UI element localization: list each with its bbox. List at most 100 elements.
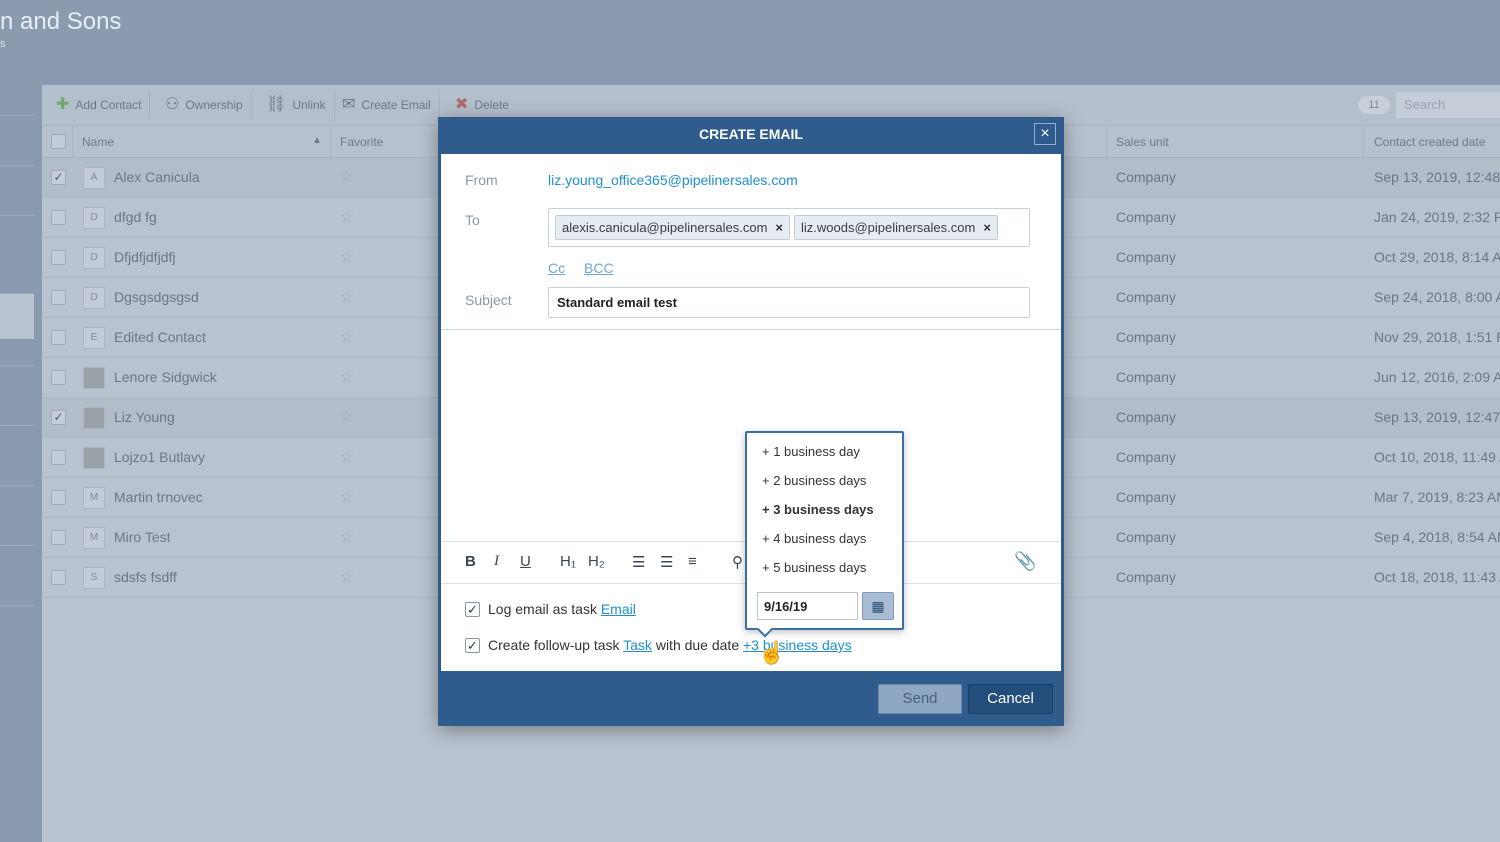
avatar: D xyxy=(83,247,105,269)
align-left-icon[interactable]: ≡ xyxy=(688,553,697,570)
favorite-star-icon[interactable]: ☆ xyxy=(340,567,354,587)
favorite-star-icon[interactable]: ☆ xyxy=(340,167,354,187)
row-checkbox[interactable] xyxy=(51,250,66,265)
column-favorite[interactable]: Favorite xyxy=(340,135,383,149)
column-created-date[interactable]: Contact created date xyxy=(1374,135,1485,149)
due-date-input[interactable]: 9/16/19 xyxy=(757,592,858,620)
to-field[interactable]: alexis.canicula@pipelinersales.com × liz.… xyxy=(548,208,1030,247)
contact-name[interactable]: Lenore Sidgwick xyxy=(114,369,217,385)
due-option-2[interactable]: + 2 business days xyxy=(762,473,866,488)
unlink-button[interactable]: ⛓ Unlink xyxy=(258,91,335,119)
underline-button[interactable]: U xyxy=(520,553,531,570)
row-checkbox[interactable] xyxy=(51,570,66,585)
row-checkbox[interactable] xyxy=(51,370,66,385)
ownership-label: Ownership xyxy=(185,98,243,112)
create-email-button[interactable]: ✉ Create Email xyxy=(334,91,440,119)
due-option-1[interactable]: + 1 business day xyxy=(762,444,860,459)
log-email-checkbox[interactable]: ✓ xyxy=(465,602,480,617)
contact-name[interactable]: Dgsgsdgsgsd xyxy=(114,289,199,305)
cancel-button[interactable]: Cancel xyxy=(968,684,1053,714)
nav-item[interactable] xyxy=(0,165,34,211)
favorite-star-icon[interactable]: ☆ xyxy=(340,527,354,547)
attachment-icon[interactable]: 📎 xyxy=(1014,551,1036,572)
add-contact-button[interactable]: ✚ Add Contact xyxy=(48,91,151,119)
nav-item[interactable] xyxy=(0,545,34,591)
bcc-link[interactable]: BCC xyxy=(584,260,614,276)
contact-name[interactable]: Dfjdfjdfjdfj xyxy=(114,249,175,265)
select-all-checkbox[interactable] xyxy=(51,134,66,149)
row-checkbox[interactable] xyxy=(51,330,66,345)
contact-name[interactable]: Liz Young xyxy=(114,409,175,425)
due-option-5[interactable]: + 5 business days xyxy=(762,560,866,575)
hierarchy-icon: ⚇ xyxy=(165,96,180,113)
contact-name[interactable]: Miro Test xyxy=(114,529,171,545)
followup-task-type-link[interactable]: Task xyxy=(623,637,652,653)
created-date: Sep 24, 2018, 8:00 A xyxy=(1374,289,1500,305)
contact-name[interactable]: Lojzo1 Butlavy xyxy=(114,449,205,465)
cc-link[interactable]: Cc xyxy=(548,260,565,276)
favorite-star-icon[interactable]: ☆ xyxy=(340,327,354,347)
due-option-3-selected[interactable]: + 3 business days xyxy=(762,502,874,517)
nav-item[interactable] xyxy=(0,605,34,651)
due-option-4[interactable]: + 4 business days xyxy=(762,531,866,546)
italic-button[interactable]: I xyxy=(494,553,499,570)
remove-recipient-icon[interactable]: × xyxy=(775,220,783,235)
numbered-list-icon[interactable]: ☰ xyxy=(632,553,645,571)
ownership-button[interactable]: ⚇ Ownership xyxy=(157,91,252,119)
row-checkbox[interactable] xyxy=(51,490,66,505)
search-input[interactable]: Search xyxy=(1396,92,1500,118)
avatar: D xyxy=(83,207,105,229)
heading2-button[interactable]: H₂ xyxy=(588,553,605,570)
sales-unit: Company xyxy=(1116,529,1176,545)
contact-name[interactable]: sdsfs fsdff xyxy=(114,569,177,585)
delete-button[interactable]: ✖ Delete xyxy=(447,91,517,119)
nav-item[interactable] xyxy=(0,115,34,161)
row-checkbox[interactable] xyxy=(51,450,66,465)
subject-input[interactable]: Standard email test xyxy=(548,287,1030,318)
favorite-star-icon[interactable]: ☆ xyxy=(340,207,354,227)
favorite-star-icon[interactable]: ☆ xyxy=(340,407,354,427)
favorite-star-icon[interactable]: ☆ xyxy=(340,367,354,387)
column-sales-unit[interactable]: Sales unit xyxy=(1116,135,1169,149)
avatar: S xyxy=(83,567,105,589)
nav-item[interactable] xyxy=(0,215,34,261)
log-task-type-link[interactable]: Email xyxy=(601,601,636,617)
close-icon[interactable]: × xyxy=(1034,123,1056,145)
contact-name[interactable]: Alex Canicula xyxy=(114,169,200,185)
bold-button[interactable]: B xyxy=(465,553,476,570)
favorite-star-icon[interactable]: ☆ xyxy=(340,447,354,467)
sort-ascending-icon: ▲ xyxy=(312,135,322,146)
sales-unit: Company xyxy=(1116,329,1176,345)
contact-name[interactable]: Martin trnovec xyxy=(114,489,203,505)
row-checkbox[interactable]: ✓ xyxy=(51,410,66,425)
link-icon[interactable]: ⚲ xyxy=(732,553,743,571)
favorite-star-icon[interactable]: ☆ xyxy=(340,487,354,507)
sales-unit: Company xyxy=(1116,289,1176,305)
row-checkbox[interactable] xyxy=(51,290,66,305)
row-checkbox[interactable]: ✓ xyxy=(51,170,66,185)
followup-checkbox[interactable]: ✓ xyxy=(465,638,480,653)
heading1-button[interactable]: H₁ xyxy=(560,553,576,570)
contact-name[interactable]: Edited Contact xyxy=(114,329,206,345)
send-button[interactable]: Send xyxy=(878,684,962,714)
favorite-star-icon[interactable]: ☆ xyxy=(340,287,354,307)
row-checkbox[interactable] xyxy=(51,210,66,225)
from-value[interactable]: liz.young_office365@pipelinersales.com xyxy=(548,172,798,188)
avatar: A xyxy=(83,167,105,189)
nav-item[interactable] xyxy=(0,365,34,411)
remove-recipient-icon[interactable]: × xyxy=(983,220,991,235)
column-name[interactable]: Name xyxy=(82,135,114,149)
recipient-tag: liz.woods@pipelinersales.com × xyxy=(794,215,998,240)
favorite-star-icon[interactable]: ☆ xyxy=(340,247,354,267)
bulleted-list-icon[interactable]: ☰ xyxy=(660,553,673,571)
nav-item-active[interactable] xyxy=(0,293,34,339)
row-checkbox[interactable] xyxy=(51,530,66,545)
contact-name[interactable]: dfgd fg xyxy=(114,209,157,225)
calendar-icon[interactable]: ▦ xyxy=(862,592,894,620)
company-name: n and Sons xyxy=(0,8,122,35)
nav-item[interactable] xyxy=(0,425,34,471)
nav-item[interactable] xyxy=(0,485,34,531)
sales-unit: Company xyxy=(1116,169,1176,185)
from-label: From xyxy=(465,172,498,188)
created-date: Sep 13, 2019, 12:48 xyxy=(1374,169,1500,185)
